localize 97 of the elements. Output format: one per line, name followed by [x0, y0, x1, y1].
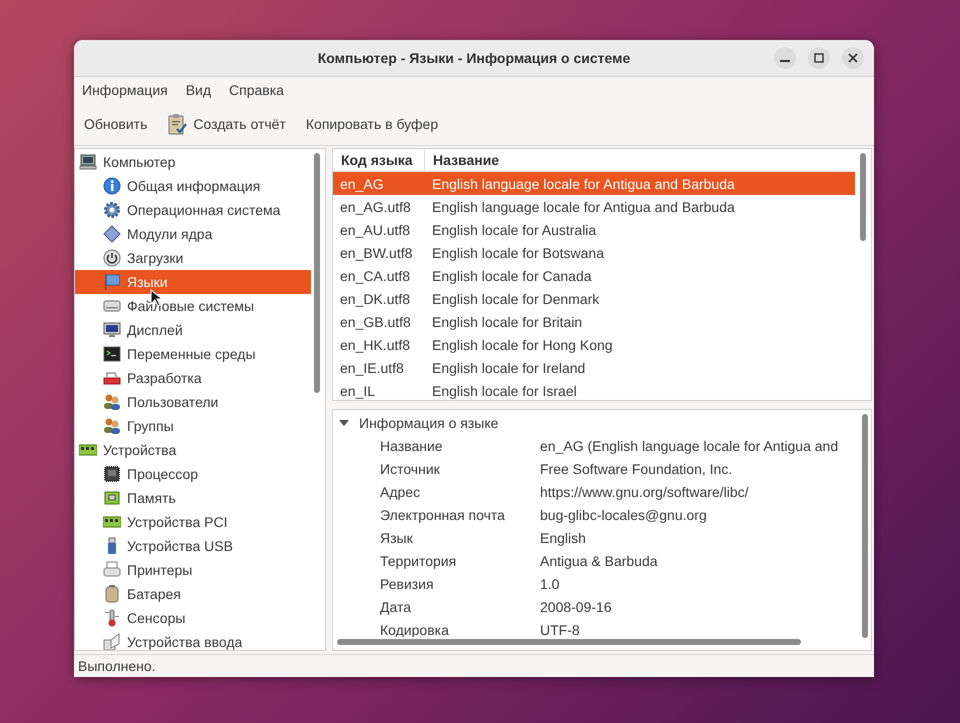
field-label: Адрес: [380, 484, 422, 500]
field-label: Название: [380, 438, 444, 454]
table-cell[interactable]: en_GB.utf8: [333, 314, 425, 330]
terminal-icon: [103, 345, 121, 363]
users-icon: [103, 393, 121, 411]
table-cell[interactable]: English locale for Botswana: [425, 244, 855, 260]
info-icon: [103, 177, 121, 195]
tree-item[interactable]: Память: [75, 486, 311, 510]
tree-item[interactable]: Загрузки: [75, 246, 311, 270]
computer-icon: [79, 153, 97, 171]
table-cell[interactable]: en_IE.utf8: [333, 360, 425, 376]
menu-item[interactable]: Вид: [186, 82, 212, 98]
status-text: Выполнено.: [78, 658, 156, 674]
table-cell[interactable]: en_BW.utf8: [333, 244, 425, 260]
tree-item[interactable]: Компьютер: [75, 150, 311, 174]
input-device-icon: [103, 633, 121, 650]
field-label: Дата: [380, 598, 412, 614]
field-value: Antigua & Barbuda: [540, 552, 659, 568]
close-icon: [848, 53, 858, 63]
field-label: Электронная почта: [380, 506, 506, 522]
chip-icon: [103, 465, 121, 483]
table-cell[interactable]: English locale for Canada: [425, 268, 855, 284]
table-cell[interactable]: en_IL: [333, 382, 425, 398]
section-header[interactable]: Информация о языке: [333, 411, 498, 434]
scrollbar[interactable]: [862, 414, 868, 638]
tree-item[interactable]: Устройства PCI: [75, 510, 311, 534]
field-value: 2008-09-16: [540, 598, 613, 614]
field-label: Территория: [380, 552, 458, 568]
scrollbar[interactable]: [314, 153, 320, 393]
toolbar-button[interactable]: Обновить: [78, 112, 154, 136]
tree-item[interactable]: Общая информация: [75, 174, 311, 198]
menu-item[interactable]: Информация: [82, 82, 168, 98]
minimize-button[interactable]: [774, 47, 796, 69]
column-header[interactable]: Название: [425, 149, 855, 171]
table-cell[interactable]: English locale for Hong Kong: [425, 336, 855, 352]
tree-item[interactable]: Пользователи: [75, 390, 311, 414]
tree-item[interactable]: Устройства USB: [75, 534, 311, 558]
tree-item[interactable]: Сенсоры: [75, 606, 311, 630]
field-label: Источник: [380, 460, 441, 476]
table-cell[interactable]: English language locale for Antigua and Barbuda: [425, 198, 855, 214]
table-cell[interactable]: English locale for Ireland: [425, 360, 855, 376]
tree-item[interactable]: Устройства ввода: [75, 630, 311, 650]
menu-item[interactable]: Справка: [229, 82, 284, 98]
table-cell[interactable]: en_DK.utf8: [333, 290, 425, 306]
table-cell[interactable]: English language locale for Antigua and Barbuda: [425, 176, 855, 192]
tree-item[interactable]: Языки: [75, 270, 311, 294]
tree-item[interactable]: Модули ядра: [75, 222, 311, 246]
field-value: Free Software Foundation, Inc.: [540, 460, 734, 476]
gear-icon: [103, 201, 121, 219]
field-value: English: [540, 530, 587, 546]
window-title: Компьютер - Языки - Информация о системе: [318, 50, 630, 66]
tree-item[interactable]: Устройства: [75, 438, 311, 462]
monitor-icon: [103, 321, 121, 339]
table-cell[interactable]: English locale for Australia: [425, 222, 855, 238]
tree-item[interactable]: Разработка: [75, 366, 311, 390]
table-cell[interactable]: en_AG: [333, 176, 425, 192]
field-value: UTF-8: [540, 622, 581, 637]
tree-item[interactable]: Батарея: [75, 582, 311, 606]
toolbar-button[interactable]: Копировать в буфер: [300, 112, 444, 136]
maximize-button[interactable]: [808, 47, 830, 69]
diamond-icon: [103, 225, 121, 243]
power-icon: [103, 249, 121, 267]
tree-item[interactable]: Операционная система: [75, 198, 311, 222]
table-cell[interactable]: en_AG.utf8: [333, 198, 425, 214]
field-value: bug-glibc-locales@gnu.org: [540, 506, 708, 522]
printer-icon: [103, 561, 121, 579]
table-cell[interactable]: English locale for Israel: [425, 382, 855, 398]
toolbar-button[interactable]: Создать отчёт: [161, 109, 292, 139]
tree-item[interactable]: Дисплей: [75, 318, 311, 342]
table-cell[interactable]: English locale for Denmark: [425, 290, 855, 306]
maximize-icon: [814, 53, 824, 63]
users-icon: [103, 417, 121, 435]
tree-item[interactable]: Переменные среды: [75, 342, 311, 366]
tree-item[interactable]: Принтеры: [75, 558, 311, 582]
field-label: Язык: [380, 530, 414, 546]
tree-item[interactable]: Процессор: [75, 462, 311, 486]
minimize-icon: [780, 60, 790, 62]
tree-item[interactable]: Файловые системы: [75, 294, 311, 318]
scrollbar[interactable]: [860, 153, 866, 241]
field-value: https://www.gnu.org/software/libc/: [540, 484, 750, 500]
collapse-arrow-icon: [339, 420, 349, 426]
column-header[interactable]: Код языка: [333, 149, 425, 171]
table-cell[interactable]: en_AU.utf8: [333, 222, 425, 238]
tree-item[interactable]: Группы: [75, 414, 311, 438]
close-button[interactable]: [842, 47, 864, 69]
field-value: en_AG (English language locale for Antigua and: [540, 438, 840, 454]
field-value: 1.0: [540, 576, 560, 592]
battery-icon: [103, 585, 121, 603]
thermometer-icon: [103, 609, 121, 627]
field-label: Ревизия: [380, 576, 435, 592]
scrollbar[interactable]: [337, 639, 801, 645]
clipboard-icon: [167, 113, 188, 135]
table-cell[interactable]: English locale for Britain: [425, 314, 855, 330]
memory-icon: [103, 489, 121, 507]
table-cell[interactable]: en_CA.utf8: [333, 268, 425, 284]
table-cell[interactable]: en_HK.utf8: [333, 336, 425, 352]
flag-icon: [103, 273, 121, 291]
